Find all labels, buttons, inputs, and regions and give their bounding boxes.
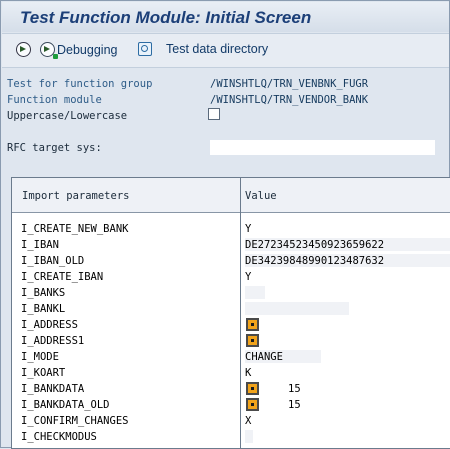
structure-editor-icon[interactable]: [246, 334, 259, 347]
table-row: I_ADDRESS1: [12, 333, 450, 349]
title-bar: Test Function Module: Initial Screen: [2, 2, 449, 32]
test-data-icon: [138, 42, 152, 56]
param-name: I_CHECKMODUS: [21, 431, 97, 443]
table-row: I_BANKS: [12, 285, 450, 301]
debugging-label: Debugging: [57, 42, 118, 57]
table-row: I_MODE CHANGE: [12, 349, 450, 365]
param-value[interactable]: DE27234523450923659622: [245, 239, 384, 251]
window-frame: Test Function Module: Initial Screen Deb…: [0, 0, 450, 449]
param-entry-count: 15: [288, 383, 301, 395]
table-row: I_IBAN DE27234523450923659622: [12, 237, 450, 253]
param-name: I_BANKDATA_OLD: [21, 399, 110, 411]
table-editor-icon[interactable]: [246, 398, 259, 411]
rfc-input[interactable]: [210, 140, 435, 155]
param-name: I_BANKS: [21, 287, 66, 299]
execute-button[interactable]: [16, 42, 33, 57]
table-row: I_BANKDATA_OLD 15: [12, 397, 450, 413]
function-module-value: /WINSHTLQ/TRN_VENDOR_BANK: [210, 94, 369, 106]
case-label: Uppercase/Lowercase: [7, 110, 128, 122]
table-row: I_IBAN_OLD DE34239848990123487632: [12, 253, 450, 269]
param-value[interactable]: X: [245, 415, 251, 427]
debugging-button[interactable]: Debugging: [40, 42, 118, 59]
table-row: I_CREATE_IBAN Y: [12, 269, 450, 285]
col-header-value: Value: [245, 190, 277, 202]
table-header: Import parameters Value: [12, 178, 450, 213]
param-value-field[interactable]: [245, 302, 349, 315]
table-row: I_CREATE_NEW_BANK Y: [12, 221, 450, 237]
param-name: I_IBAN: [21, 239, 59, 251]
param-value[interactable]: Y: [245, 223, 251, 235]
debug-icon: [40, 42, 58, 59]
table-row: I_CHECKMODUS: [12, 429, 450, 445]
param-value[interactable]: CHANGE: [245, 351, 283, 363]
param-value-field[interactable]: [245, 430, 253, 443]
param-value-field[interactable]: [245, 286, 265, 299]
col-header-import-parameters: Import parameters: [22, 190, 130, 202]
param-name: I_CONFIRM_CHANGES: [21, 415, 129, 427]
param-name: I_CREATE_NEW_BANK: [21, 223, 129, 235]
structure-editor-icon[interactable]: [246, 318, 259, 331]
case-checkbox[interactable]: [208, 108, 220, 120]
table-row: I_BANKL: [12, 301, 450, 317]
param-value[interactable]: K: [245, 367, 251, 379]
table-row: I_BANKDATA 15: [12, 381, 450, 397]
function-group-label: Test for function group: [7, 78, 153, 90]
function-group-value: /WINSHTLQ/TRN_VENBNK_FUGR: [210, 78, 369, 90]
table-row: I_KOART K: [12, 365, 450, 381]
rfc-label: RFC target sys:: [7, 142, 102, 154]
test-data-directory-button[interactable]: Test data directory: [138, 42, 268, 56]
function-module-label: Function module: [7, 94, 102, 106]
param-name: I_MODE: [21, 351, 59, 363]
param-name: I_ADDRESS: [21, 319, 78, 331]
param-name: I_BANKL: [21, 303, 66, 315]
param-entry-count: 15: [288, 399, 301, 411]
parameters-table: Import parameters Value I_CREATE_NEW_BAN…: [11, 177, 450, 449]
table-editor-icon[interactable]: [246, 382, 259, 395]
param-value[interactable]: Y: [245, 271, 251, 283]
param-name: I_CREATE_IBAN: [21, 271, 104, 283]
param-name: I_IBAN_OLD: [21, 255, 85, 267]
param-value[interactable]: DE34239848990123487632: [245, 255, 384, 267]
param-name: I_ADDRESS1: [21, 335, 85, 347]
test-data-label: Test data directory: [166, 42, 269, 56]
window-title: Test Function Module: Initial Screen: [20, 8, 312, 27]
param-name: I_KOART: [21, 367, 66, 379]
table-row: I_CONFIRM_CHANGES X: [12, 413, 450, 429]
execute-icon: [16, 42, 31, 57]
table-row: I_ADDRESS: [12, 317, 450, 333]
application-toolbar: Debugging Test data directory: [2, 33, 449, 68]
param-name: I_BANKDATA: [21, 383, 85, 395]
